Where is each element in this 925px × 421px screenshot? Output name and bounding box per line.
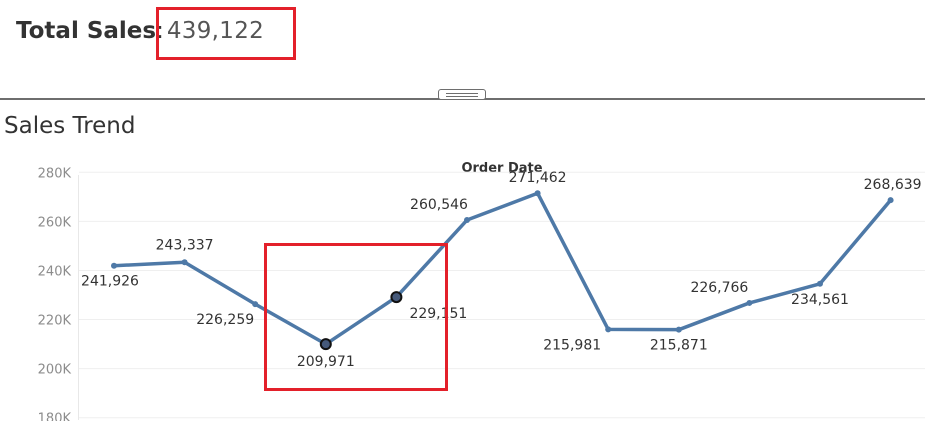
data-label: 243,337 [156, 237, 214, 253]
data-point [746, 299, 753, 306]
sales-trend-chart: Order Date180K200K220K240K260K280K241,92… [38, 161, 925, 421]
data-label: 226,259 [196, 312, 254, 328]
y-tick-label: 200K [38, 363, 72, 378]
y-tick-label: 260K [38, 215, 72, 230]
worksheet-title: Sales Trend [4, 113, 136, 139]
data-point [817, 280, 823, 287]
kpi-highlight-box [156, 7, 296, 60]
data-label: 241,926 [81, 274, 139, 290]
data-label: 268,639 [864, 177, 922, 193]
data-label: 215,871 [650, 338, 708, 354]
y-tick-label: 180K [38, 412, 72, 421]
data-point [887, 197, 894, 204]
data-label: 271,462 [509, 170, 567, 186]
data-point [111, 262, 117, 269]
y-tick-label: 240K [38, 264, 72, 279]
kpi-label: Total Sales [16, 18, 157, 44]
data-label: 226,766 [690, 280, 748, 296]
data-point [252, 301, 259, 308]
data-label: 260,546 [410, 197, 468, 213]
data-label: 215,981 [543, 337, 601, 353]
resize-grip-handle[interactable] [438, 89, 486, 100]
data-point [605, 326, 612, 333]
data-label: 234,561 [791, 292, 849, 308]
data-point [464, 217, 470, 224]
points-highlight-box [264, 243, 448, 391]
y-tick-label: 220K [38, 314, 72, 329]
y-tick-label: 280K [38, 166, 72, 181]
data-point [181, 259, 188, 266]
data-point [534, 190, 541, 197]
data-point [675, 326, 682, 333]
